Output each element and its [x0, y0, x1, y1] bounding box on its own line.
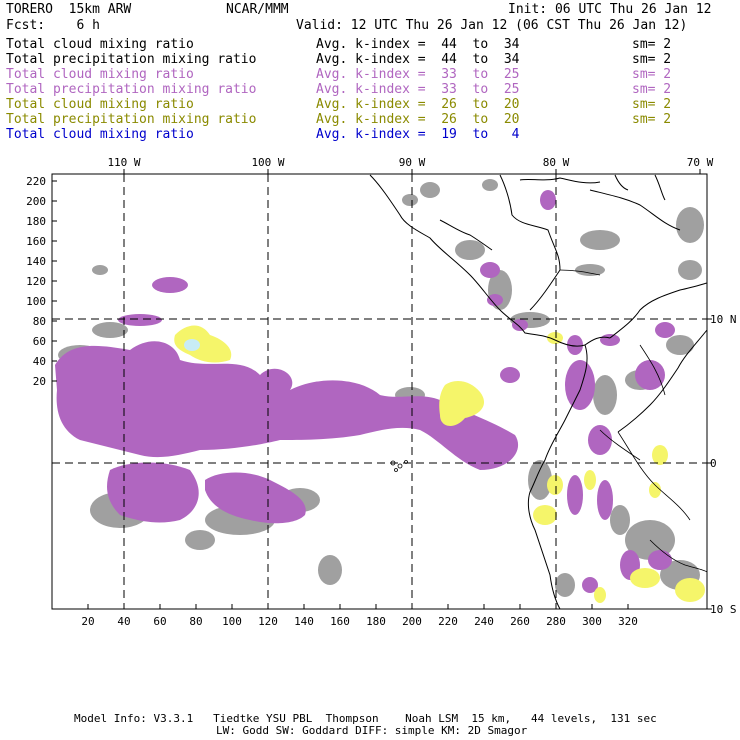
- bottom-tick-label: 160: [330, 615, 350, 628]
- bottom-tick-label: 80: [189, 615, 202, 628]
- left-tick-label: 100: [26, 295, 46, 308]
- top-lon-label: 110 W: [107, 156, 140, 169]
- left-tick-label: 80: [33, 315, 46, 328]
- bottom-tick-label: 180: [366, 615, 386, 628]
- bottom-tick-label: 220: [438, 615, 458, 628]
- bottom-tick-label: 280: [546, 615, 566, 628]
- bottom-tick-label: 320: [618, 615, 638, 628]
- top-lon-label: 80 W: [543, 156, 570, 169]
- top-lon-label: 90 W: [399, 156, 426, 169]
- weather-map: 220 200 180 160 140 120 100 80 60 40 20 20 40 60 80 100…: [26, 156, 737, 628]
- left-tick-label: 40: [33, 355, 46, 368]
- bottom-tick-label: 140: [294, 615, 314, 628]
- left-tick-label: 200: [26, 195, 46, 208]
- purple-cloud-layer: [55, 190, 675, 593]
- top-lon-label: 70 W: [687, 156, 714, 169]
- bottom-tick-label: 120: [258, 615, 278, 628]
- cloud-fields: [55, 174, 707, 609]
- bottom-tick-label: 260: [510, 615, 530, 628]
- left-tick-label: 120: [26, 275, 46, 288]
- bottom-tick-label: 200: [402, 615, 422, 628]
- right-lat-label: 10 N: [710, 313, 737, 326]
- left-tick-label: 220: [26, 175, 46, 188]
- galapagos-islands: [390, 460, 408, 472]
- cyan-cloud-layer: [184, 339, 200, 351]
- bottom-tick-label: 60: [153, 615, 166, 628]
- left-tick-label: 20: [33, 375, 46, 388]
- bottom-tick-label: 300: [582, 615, 602, 628]
- right-lat-label: 0: [710, 457, 717, 470]
- right-lat-label: 10 S: [710, 603, 737, 616]
- bottom-tick-label: 20: [81, 615, 94, 628]
- bottom-tick-label: 100: [222, 615, 242, 628]
- bottom-tick-label: 40: [117, 615, 130, 628]
- left-tick-label: 60: [33, 335, 46, 348]
- left-tick-label: 140: [26, 255, 46, 268]
- top-lon-label: 100 W: [251, 156, 284, 169]
- physics-info: LW: Godd SW: Goddard DIFF: simple KM: 2D…: [216, 724, 528, 737]
- bottom-tick-label: 240: [474, 615, 494, 628]
- left-tick-label: 160: [26, 235, 46, 248]
- left-tick-label: 180: [26, 215, 46, 228]
